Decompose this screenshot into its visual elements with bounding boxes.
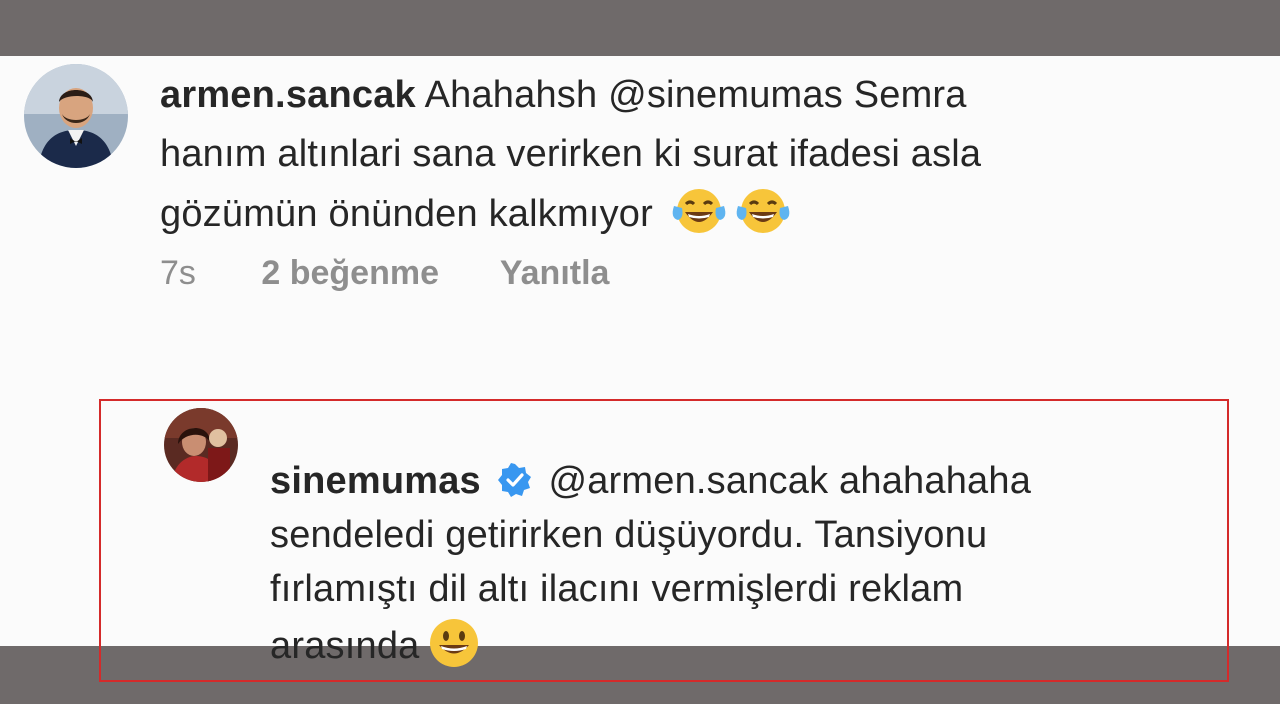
comment-sinemumas: sinemumas @armen.sancak ahahahaha sendel… — [270, 454, 1230, 673]
avatar-armen[interactable] — [24, 64, 128, 168]
comment-text-line: hanım altınlari sana verirken ki surat i… — [160, 133, 982, 175]
reply-link[interactable]: Yanıtla — [500, 254, 610, 292]
comment-meta: 7s 2 beğenme Yanıtla — [160, 254, 661, 293]
profile-photo-icon — [164, 408, 238, 482]
comment-text-line: @armen.sancak ahahahaha — [548, 460, 1032, 502]
comment-username[interactable]: sinemumas — [270, 460, 481, 502]
comment-text-line: Ahahahsh @sinemumas Semra — [424, 74, 967, 116]
verified-badge-icon — [497, 458, 532, 497]
comment-text-line: gözümün önünden kalkmıyor — [160, 193, 653, 235]
comment-text-line: arasında — [270, 625, 420, 667]
likes-count-link[interactable]: 2 beğenme — [261, 254, 439, 292]
comment-armen: armen.sancak Ahahahsh @sinemumas Semra h… — [160, 66, 1240, 244]
avatar-sinemumas[interactable] — [164, 408, 238, 482]
comments-panel: armen.sancak Ahahahsh @sinemumas Semra h… — [0, 56, 1280, 682]
tears-of-joy-icon — [670, 184, 728, 238]
grinning-icon — [425, 616, 483, 670]
comment-text-line: fırlamıştı dil altı ilacını vermişlerdi … — [270, 568, 964, 610]
tears-of-joy-icon — [734, 184, 792, 238]
comment-username[interactable]: armen.sancak — [160, 74, 416, 116]
profile-photo-icon — [24, 64, 128, 168]
comment-text-line: sendeledi getirirken düşüyordu. Tansiyon… — [270, 514, 988, 556]
comment-time: 7s — [160, 254, 196, 292]
